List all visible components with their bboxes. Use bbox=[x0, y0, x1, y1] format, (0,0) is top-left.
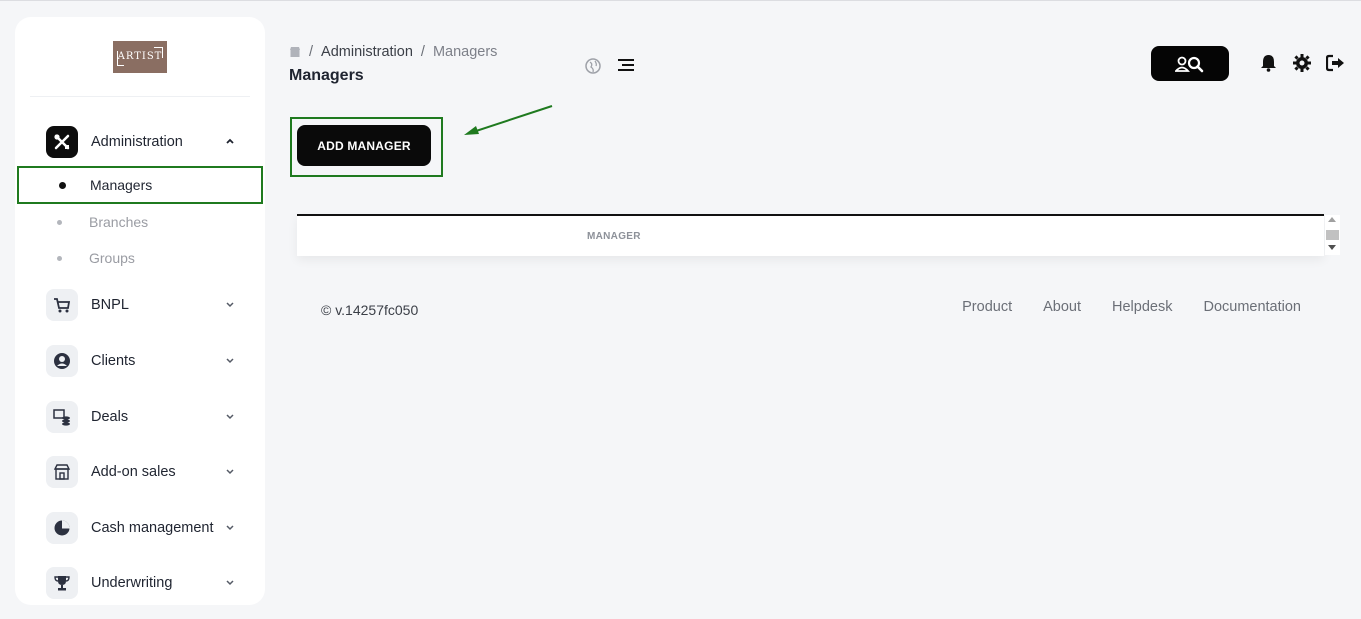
sidebar-item-label: Deals bbox=[91, 409, 129, 425]
sidebar-subitem-label: Branches bbox=[89, 214, 149, 230]
user-circle-icon bbox=[46, 345, 78, 377]
chevron-down-icon bbox=[226, 414, 234, 420]
page-title: Managers bbox=[289, 67, 364, 84]
add-manager-button[interactable]: ADD MANAGER bbox=[297, 125, 431, 166]
store-icon bbox=[46, 456, 78, 488]
chevron-down-icon bbox=[226, 358, 234, 364]
sidebar-subitem-groups[interactable]: Groups bbox=[15, 240, 265, 276]
sidebar-subitem-label: Managers bbox=[90, 177, 153, 193]
footer-link-helpdesk[interactable]: Helpdesk bbox=[1112, 299, 1172, 315]
sidebar-item-label: Cash management bbox=[91, 520, 214, 536]
brand-logo[interactable]: ARTIST bbox=[113, 40, 167, 73]
sidebar-item-cash-management[interactable]: Cash management bbox=[15, 510, 265, 546]
breadcrumb-item-administration[interactable]: Administration bbox=[321, 44, 413, 60]
breadcrumb-separator: / bbox=[420, 44, 425, 60]
bell-icon[interactable] bbox=[1259, 53, 1278, 73]
table-scrollbar[interactable] bbox=[1325, 215, 1340, 255]
scroll-thumb[interactable] bbox=[1326, 230, 1339, 240]
footer-link-documentation[interactable]: Documentation bbox=[1203, 299, 1301, 315]
cart-icon bbox=[46, 289, 78, 321]
sidebar-subitem-branches[interactable]: Branches bbox=[15, 204, 265, 240]
breadcrumb-separator: / bbox=[309, 44, 314, 60]
breadcrumb-item-managers: Managers bbox=[432, 44, 498, 60]
chevron-down-icon bbox=[226, 525, 234, 531]
sidebar-item-bnpl[interactable]: BNPL bbox=[15, 287, 265, 323]
gear-icon[interactable] bbox=[1292, 53, 1312, 73]
sidebar-subitem-label: Groups bbox=[89, 250, 135, 266]
sidebar-item-deals[interactable]: Deals bbox=[15, 399, 265, 435]
home-store-icon[interactable] bbox=[289, 46, 301, 58]
sidebar-menu: Administration Managers Branches Groups … bbox=[15, 124, 265, 601]
sidebar-item-label: Add-on sales bbox=[91, 464, 176, 480]
chevron-up-icon bbox=[226, 138, 234, 144]
sidebar-item-underwriting[interactable]: Underwriting bbox=[15, 565, 265, 601]
bullet-icon bbox=[57, 219, 62, 225]
scroll-up-icon[interactable] bbox=[1328, 217, 1336, 222]
footer-links: Product About Helpdesk Documentation bbox=[962, 299, 1301, 315]
sidebar-item-label: BNPL bbox=[91, 297, 129, 313]
sidebar-item-label: Underwriting bbox=[91, 575, 173, 591]
pie-chart-icon bbox=[46, 512, 78, 544]
user-search-icon bbox=[1175, 56, 1204, 72]
deals-icon bbox=[46, 401, 78, 433]
tools-icon bbox=[46, 126, 78, 158]
chevron-down-icon bbox=[226, 580, 234, 586]
bullet-icon bbox=[59, 181, 66, 189]
trophy-icon bbox=[46, 567, 78, 599]
sidebar-item-label: Clients bbox=[91, 353, 136, 369]
breadcrumb: / Administration / Managers bbox=[289, 44, 497, 60]
sidebar-item-label: Administration bbox=[91, 134, 183, 150]
chevron-down-icon bbox=[226, 302, 234, 308]
chevron-down-icon bbox=[226, 469, 234, 475]
sidebar-subitem-managers[interactable]: Managers bbox=[17, 166, 263, 204]
menu-toggle-icon[interactable] bbox=[616, 56, 634, 73]
sidebar-item-administration[interactable]: Administration bbox=[15, 124, 265, 160]
sidebar: ARTIST Administration Managers Branches … bbox=[15, 17, 265, 605]
column-header-manager[interactable]: MANAGER bbox=[587, 231, 641, 242]
sidebar-item-clients[interactable]: Clients bbox=[15, 343, 265, 379]
footer-link-product[interactable]: Product bbox=[962, 299, 1012, 315]
scroll-down-icon[interactable] bbox=[1328, 245, 1336, 250]
user-search-button[interactable] bbox=[1151, 46, 1229, 81]
sidebar-item-add-on-sales[interactable]: Add-on sales bbox=[15, 454, 265, 490]
annotation-arrow-icon bbox=[464, 105, 553, 135]
footer-link-about[interactable]: About bbox=[1043, 299, 1081, 315]
managers-table: MANAGER bbox=[297, 214, 1324, 256]
globe-icon[interactable] bbox=[584, 57, 601, 74]
logo-area: ARTIST bbox=[30, 17, 250, 97]
bullet-icon bbox=[57, 255, 62, 261]
logout-icon[interactable] bbox=[1325, 53, 1346, 73]
logo-text: ARTIST bbox=[117, 51, 163, 62]
version-label: © v.14257fc050 bbox=[321, 302, 419, 318]
